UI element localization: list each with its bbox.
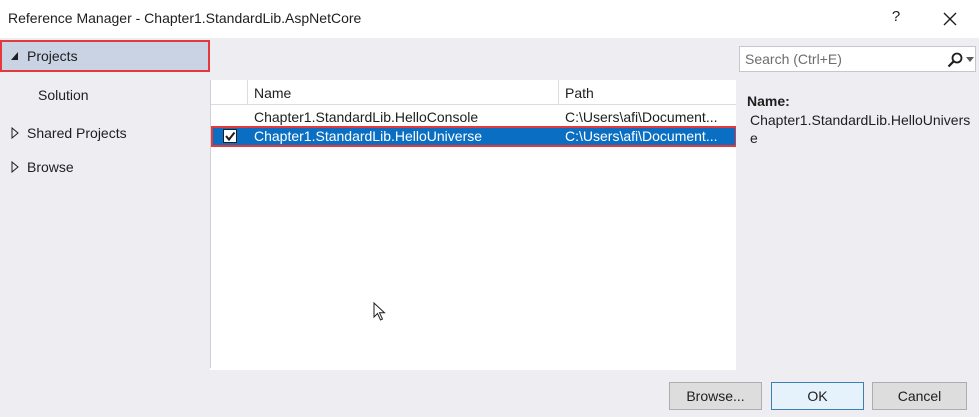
cancel-button[interactable]: Cancel: [872, 382, 967, 410]
search-icon[interactable]: [946, 51, 964, 69]
dialog-footer: Browse... OK Cancel: [0, 370, 979, 417]
ok-button[interactable]: OK: [771, 382, 864, 410]
browse-button[interactable]: Browse...: [669, 382, 762, 410]
project-path-cell: C:\Users\afi\Document...: [565, 109, 718, 125]
sidebar-item-label: Solution: [38, 87, 89, 103]
column-separator[interactable]: [247, 80, 248, 105]
chevron-down-icon[interactable]: [966, 57, 974, 63]
column-header-path[interactable]: Path: [565, 85, 594, 101]
expanded-triangle-icon[interactable]: [10, 50, 20, 62]
title-bar: Reference Manager - Chapter1.StandardLib…: [0, 0, 979, 38]
window-title: Reference Manager - Chapter1.StandardLib…: [8, 10, 362, 26]
details-name-value: Chapter1.StandardLib.HelloUniverse: [750, 112, 971, 146]
sidebar-item-label: Shared Projects: [27, 125, 127, 141]
details-pane: Search (Ctrl+E) Name: Chapter1.StandardL…: [736, 38, 979, 370]
sidebar-item-projects[interactable]: Projects: [0, 40, 210, 72]
project-name-cell: Chapter1.StandardLib.HelloConsole: [254, 109, 479, 125]
sidebar-item-shared-projects[interactable]: Shared Projects: [0, 117, 210, 149]
collapsed-triangle-icon[interactable]: [10, 127, 20, 139]
project-name-cell: Chapter1.StandardLib.HelloUniverse: [254, 128, 483, 144]
sidebar-item-solution[interactable]: Solution: [0, 79, 210, 111]
column-separator[interactable]: [558, 80, 559, 105]
search-placeholder: Search (Ctrl+E): [745, 51, 842, 67]
help-button[interactable]: ?: [884, 8, 908, 30]
toolbar-area: [210, 38, 736, 80]
reference-checkbox[interactable]: [223, 129, 237, 143]
grid-header: Name Path: [211, 80, 737, 105]
sidebar-item-label: Browse: [27, 159, 74, 175]
mouse-cursor-icon: [373, 302, 386, 321]
table-row[interactable]: Chapter1.StandardLib.HelloConsole C:\Use…: [211, 107, 737, 128]
table-row-selected[interactable]: Chapter1.StandardLib.HelloUniverse C:\Us…: [211, 126, 737, 147]
search-input[interactable]: Search (Ctrl+E): [739, 46, 976, 72]
navigation-pane: Projects Solution Shared Projects Browse: [0, 38, 210, 370]
checkmark-icon: [225, 131, 236, 142]
column-header-name[interactable]: Name: [254, 85, 291, 101]
collapsed-triangle-icon[interactable]: [10, 161, 20, 173]
project-path-cell: C:\Users\afi\Document...: [565, 128, 718, 144]
close-icon: [943, 12, 957, 26]
sidebar-item-browse[interactable]: Browse: [0, 151, 210, 183]
details-name-label: Name:: [747, 93, 790, 109]
close-button[interactable]: [936, 6, 964, 32]
project-grid: Name Path Chapter1.StandardLib.HelloCons…: [210, 80, 737, 368]
sidebar-item-label: Projects: [27, 48, 78, 64]
